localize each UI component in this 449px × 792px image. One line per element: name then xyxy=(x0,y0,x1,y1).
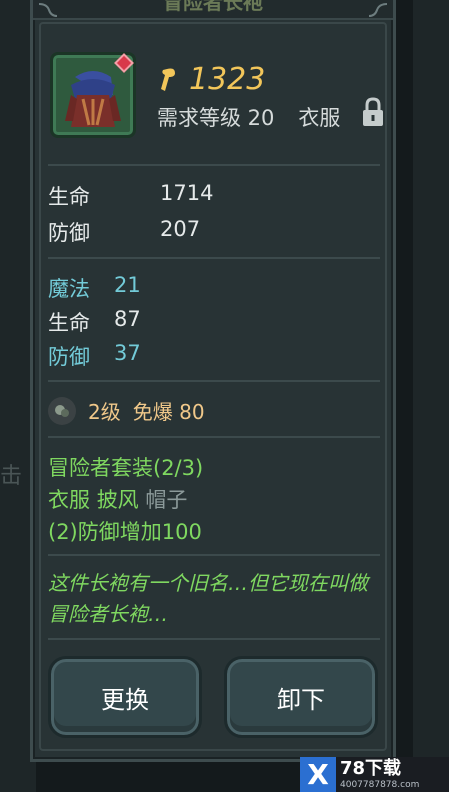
socket-immune: 免爆 80 xyxy=(132,400,205,424)
bonus-stat-row: 生命 87 xyxy=(48,307,141,335)
divider xyxy=(48,554,380,556)
unequip-button[interactable]: 卸下 xyxy=(224,656,378,738)
item-category: 衣服 xyxy=(298,106,341,130)
base-stat-row: 防御 207 xyxy=(48,217,201,245)
set-bonus: (2)防御增加100 xyxy=(48,520,202,544)
flavor-text: 这件长袍有一个旧名…但它现在叫做冒险者长袍… xyxy=(48,571,368,626)
socket-row: 2级 免爆 80 xyxy=(48,396,205,425)
bonus-stat-row: 防御 37 xyxy=(48,341,141,369)
panel-title: 冒险者长袍 xyxy=(163,0,263,14)
background-text: 击 xyxy=(0,464,23,489)
ornament-left-icon xyxy=(38,3,58,17)
set-piece-owned: 衣服 xyxy=(48,488,90,512)
divider xyxy=(48,257,380,259)
socket-orb-icon xyxy=(48,396,76,425)
watermark-url: 400778787​8.com xyxy=(340,779,420,790)
price-display: 1323 xyxy=(157,60,265,98)
set-piece-missing: 帽子 xyxy=(145,488,188,512)
set-pieces: 衣服 披风 帽子 xyxy=(48,484,187,514)
divider xyxy=(48,164,380,166)
price-value: 1323 xyxy=(189,61,266,97)
lock-icon[interactable] xyxy=(360,96,386,128)
divider xyxy=(48,380,380,382)
base-stat-row: 生命 1714 xyxy=(48,181,214,209)
watermark-brand: 78下载 xyxy=(340,757,402,779)
watermark-logo-icon: X xyxy=(300,757,336,792)
divider xyxy=(48,638,380,640)
required-level: 需求等级 20 xyxy=(157,106,275,130)
panel-title-bar: 冒险者长袍 xyxy=(33,0,393,20)
socket-level: 2级 xyxy=(88,400,121,424)
set-name: 冒险者套装(2/3) xyxy=(48,456,204,480)
gold-coin-icon xyxy=(161,68,175,91)
divider xyxy=(48,436,380,438)
ornament-right-icon xyxy=(368,3,388,17)
replace-button[interactable]: 更换 xyxy=(48,656,202,738)
bonus-stat-row: 魔法 21 xyxy=(48,273,141,301)
requirement-line: 需求等级 20 衣服 xyxy=(157,102,340,132)
set-piece-owned: 披风 xyxy=(96,488,139,512)
background-right xyxy=(413,0,449,792)
watermark: X 78下载 400778787​8.com xyxy=(300,757,449,792)
